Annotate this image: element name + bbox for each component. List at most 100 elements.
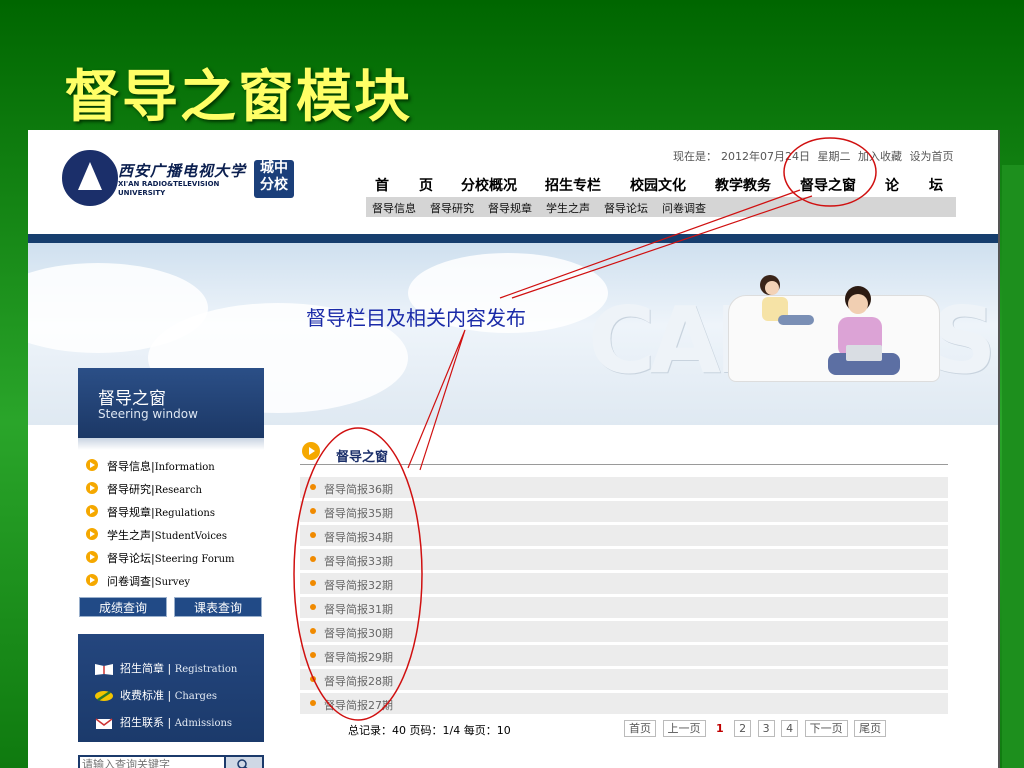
news-row[interactable]: 督导简报31期 [300, 597, 948, 618]
nav-admissions[interactable]: 招生专栏 [545, 175, 601, 195]
sidebar-title: 督导之窗 [98, 389, 166, 409]
slide: { "slide": { "title": "督导之窗模块" }, "heade… [0, 0, 1024, 768]
nav-branch-overview[interactable]: 分校概况 [461, 175, 517, 195]
nav-forum-1[interactable]: 论 [885, 175, 899, 195]
set-homepage-link[interactable]: 设为首页 [910, 150, 954, 163]
schedule-query-button[interactable]: 课表查询 [174, 597, 262, 617]
add-favorite-link[interactable]: 加入收藏 [858, 150, 902, 163]
registration-label: 招生简章 [120, 662, 164, 675]
subnav-forum[interactable]: 督导论坛 [604, 200, 648, 216]
grade-query-button[interactable]: 成绩查询 [79, 597, 167, 617]
sidebar-item-en: Information [154, 462, 215, 473]
news-title[interactable]: 督导简报27期 [324, 697, 393, 713]
nav-steering-window[interactable]: 督导之窗 [800, 175, 856, 195]
student-girl-illustration [760, 275, 814, 325]
bullet-dot-icon [310, 556, 316, 562]
nav-home-2[interactable]: 页 [419, 175, 433, 195]
subnav-survey[interactable]: 问卷调查 [662, 200, 706, 216]
news-title[interactable]: 督导简报35期 [324, 505, 393, 521]
news-row[interactable]: 督导简报36期 [300, 477, 948, 498]
charges-en: Charges [174, 691, 217, 702]
sidebar-title-box: 督导之窗 Steering window [78, 368, 264, 438]
sidebar-item-label: 问卷调查 [107, 575, 151, 588]
sidebar-item-survey[interactable]: 问卷调查|Survey [86, 573, 190, 593]
news-row[interactable]: 督导简报30期 [300, 621, 948, 642]
bullet-dot-icon [310, 676, 316, 682]
sidebar-item-forum[interactable]: 督导论坛|Steering Forum [86, 550, 235, 570]
section-header: 督导之窗 [300, 440, 948, 465]
next-page-button[interactable]: 下一页 [804, 720, 848, 737]
date-value: 2012年07月24日 [721, 150, 810, 163]
banner-caption: 督导栏目及相关内容发布 [306, 306, 526, 330]
bullet-dot-icon [310, 604, 316, 610]
nav-campus-culture[interactable]: 校园文化 [630, 175, 686, 195]
bullet-dot-icon [310, 700, 316, 706]
news-row[interactable]: 督导简报35期 [300, 501, 948, 522]
charges-link[interactable]: 收费标准 | Charges [94, 687, 217, 703]
branch-line2: 分校 [260, 177, 288, 193]
nav-home-1[interactable]: 首 [375, 175, 389, 195]
news-title[interactable]: 督导简报31期 [324, 601, 393, 617]
sidebar-item-student-voices[interactable]: 学生之声|StudentVoices [86, 527, 227, 547]
news-title[interactable]: 督导简报32期 [324, 577, 393, 593]
page-1-button[interactable]: 1 [712, 721, 728, 736]
section-title: 督导之窗 [336, 450, 389, 465]
admissions-label: 招生联系 [120, 716, 164, 729]
news-title[interactable]: 督导简报29期 [324, 649, 393, 665]
first-page-button[interactable]: 首页 [624, 720, 656, 737]
sidebar-item-label: 学生之声 [107, 529, 151, 542]
subnav-research[interactable]: 督导研究 [430, 200, 474, 216]
news-title[interactable]: 督导简报33期 [324, 553, 393, 569]
news-title[interactable]: 督导简报28期 [324, 673, 393, 689]
subnav-info[interactable]: 督导信息 [372, 200, 416, 216]
subnav-regulations[interactable]: 督导规章 [488, 200, 532, 216]
news-row[interactable]: 督导简报34期 [300, 525, 948, 546]
website-screenshot: 西安广播电视大学 XI'AN RADIO&TELEVISION UNIVERSI… [28, 130, 1000, 768]
bullet-dot-icon [310, 628, 316, 634]
play-bullet-icon [86, 551, 98, 563]
logo-english-line2: UNIVERSITY [118, 189, 166, 197]
sidebar-item-label: 督导信息 [107, 460, 151, 473]
branch-line1: 城中 [260, 160, 288, 176]
news-title[interactable]: 督导简报30期 [324, 625, 393, 641]
registration-link[interactable]: 招生简章 | Registration [94, 660, 237, 676]
news-row[interactable]: 督导简报27期 [300, 693, 948, 714]
news-row[interactable]: 督导简报29期 [300, 645, 948, 666]
page-4-button[interactable]: 4 [781, 720, 799, 737]
sidebar-item-en: Survey [154, 577, 191, 588]
play-bullet-icon [86, 459, 98, 471]
sidebar-subtitle: Steering window [98, 407, 198, 421]
play-bullet-icon [86, 482, 98, 494]
sidebar-item-research[interactable]: 督导研究|Research [86, 481, 202, 501]
charges-label: 收费标准 [120, 689, 164, 702]
play-bullet-icon [86, 574, 98, 586]
last-page-button[interactable]: 尾页 [854, 720, 887, 737]
admissions-links-box: 招生简章 | Registration 收费标准 | Charges 招生联系 … [78, 634, 264, 742]
student-boy-illustration [828, 286, 900, 375]
bullet-dot-icon [310, 532, 316, 538]
sidebar-item-en: Research [154, 485, 202, 496]
header-divider [28, 234, 998, 243]
news-title[interactable]: 督导简报34期 [324, 529, 393, 545]
nav-forum-2[interactable]: 坛 [929, 175, 943, 195]
page-3-button[interactable]: 3 [757, 720, 775, 737]
sidebar-item-regulations[interactable]: 督导规章|Regulations [86, 504, 215, 524]
weekday: 星期二 [817, 150, 851, 163]
sidebar-item-label: 督导研究 [107, 483, 151, 496]
pager-stats: 总记录：40 页码：1/4 每页：10 [348, 724, 511, 737]
news-row[interactable]: 督导简报28期 [300, 669, 948, 690]
sub-nav: 督导信息 督导研究 督导规章 学生之声 督导论坛 问卷调查 [366, 197, 956, 217]
news-title[interactable]: 督导简报36期 [324, 481, 393, 497]
page-2-button[interactable]: 2 [734, 720, 752, 737]
news-row[interactable]: 督导简报32期 [300, 573, 948, 594]
prev-page-button[interactable]: 上一页 [662, 720, 706, 737]
nav-teaching[interactable]: 教学教务 [715, 175, 771, 195]
university-emblem-icon[interactable] [62, 150, 118, 206]
news-row[interactable]: 督导简报33期 [300, 549, 948, 570]
envelope-icon [95, 718, 113, 729]
search-button[interactable] [226, 757, 262, 768]
search-input[interactable] [80, 757, 224, 768]
subnav-student-voices[interactable]: 学生之声 [546, 200, 590, 216]
admissions-contact-link[interactable]: 招生联系 | Admissions [94, 714, 232, 730]
sidebar-item-information[interactable]: 督导信息|Information [86, 458, 215, 478]
